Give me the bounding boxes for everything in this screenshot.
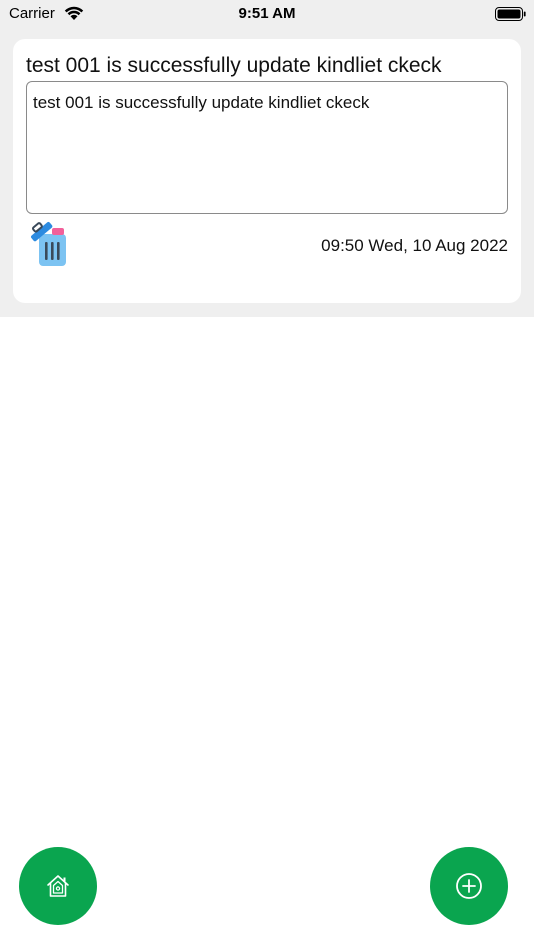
trash-can-icon	[31, 222, 66, 266]
delete-note-button[interactable]	[30, 220, 70, 268]
note-title: test 001 is successfully update kindliet…	[26, 54, 442, 77]
note-date: 09:50 Wed, 10 Aug 2022	[321, 236, 508, 255]
notes-list-area: Carrier 9:51 AM test 001 is successfully…	[0, 0, 534, 317]
status-bar: Carrier 9:51 AM	[0, 0, 534, 30]
note-body-field[interactable]: test 001 is successfully update kindliet…	[26, 81, 508, 214]
home-icon	[47, 875, 69, 897]
add-circle-icon	[456, 873, 482, 899]
home-button[interactable]	[19, 847, 97, 925]
status-time: 9:51 AM	[238, 5, 296, 22]
battery-icon	[495, 7, 526, 21]
add-note-button[interactable]	[430, 847, 508, 925]
note-card[interactable]: test 001 is successfully update kindliet…	[13, 39, 521, 303]
